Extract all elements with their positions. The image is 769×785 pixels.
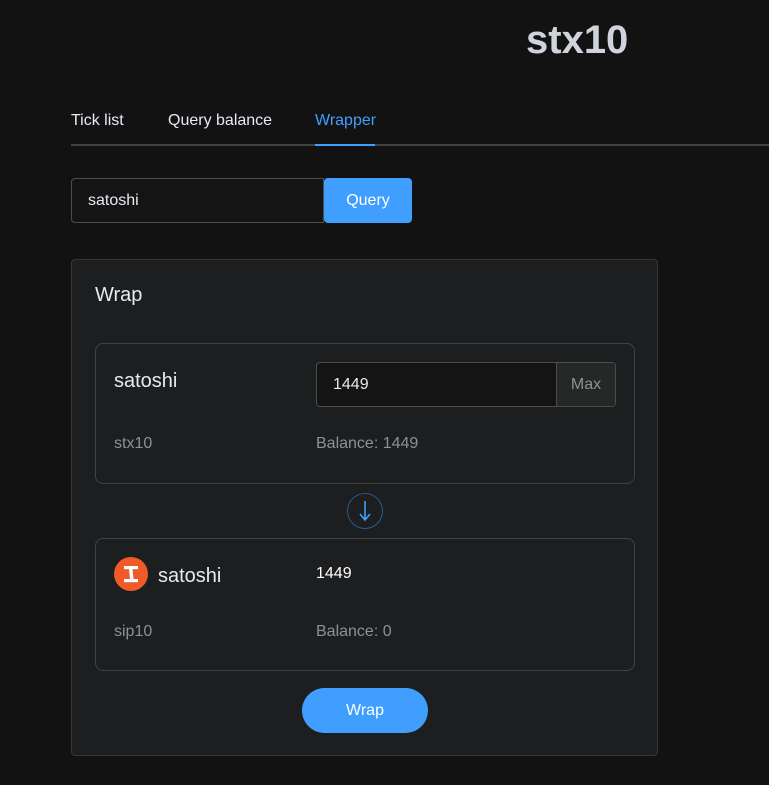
- from-token-name: satoshi: [114, 370, 178, 392]
- to-token-box: satoshi 1449 sip10 Balance: 0: [95, 538, 635, 671]
- wrap-button[interactable]: Wrap: [302, 688, 428, 733]
- from-balance: Balance: 1449: [316, 435, 419, 452]
- from-token-box: satoshi Max stx10 Balance: 1449: [95, 343, 635, 484]
- max-button[interactable]: Max: [556, 363, 615, 406]
- output-amount: 1449: [316, 565, 352, 582]
- query-button[interactable]: Query: [324, 178, 412, 223]
- wrap-card: Wrap satoshi Max stx10 Balance: 1449 sat…: [71, 259, 658, 756]
- amount-input-group: Max: [316, 362, 616, 407]
- tab-bar: Tick list Query balance Wrapper: [71, 110, 769, 146]
- tab-query-balance[interactable]: Query balance: [168, 110, 272, 146]
- search-input[interactable]: [71, 178, 324, 223]
- to-token-type: sip10: [114, 623, 153, 640]
- to-balance: Balance: 0: [316, 623, 392, 640]
- from-token-type: stx10: [114, 435, 153, 452]
- tab-tick-list[interactable]: Tick list: [71, 110, 124, 146]
- app-title: stx10: [526, 18, 629, 62]
- card-title: Wrap: [95, 284, 143, 306]
- tab-wrapper[interactable]: Wrapper: [315, 110, 376, 146]
- to-token-name: satoshi: [158, 565, 222, 587]
- active-tab-indicator: [315, 144, 375, 146]
- arrow-down-icon: [347, 493, 383, 529]
- amount-input[interactable]: [317, 363, 556, 406]
- satoshi-token-logo-icon: [114, 557, 148, 591]
